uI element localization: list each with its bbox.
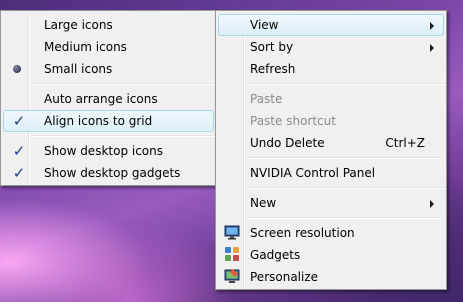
menu-item-label: Large icons xyxy=(44,18,113,32)
view-submenu: Large icons Medium icons Small icons Aut… xyxy=(0,10,217,186)
menu-item-refresh[interactable]: Refresh xyxy=(218,58,444,80)
menu-item-label: Small icons xyxy=(44,62,113,76)
menu-item-show-desktop-icons[interactable]: ✓ Show desktop icons xyxy=(3,140,214,162)
submenu-arrow-icon xyxy=(430,22,434,30)
submenu-arrow-icon xyxy=(430,44,434,52)
menu-item-undo-delete[interactable]: Undo Delete Ctrl+Z xyxy=(218,132,444,154)
menu-item-sort-by[interactable]: Sort by xyxy=(218,36,444,58)
menu-item-label: Paste shortcut xyxy=(250,114,336,128)
menu-separator xyxy=(246,217,444,219)
menu-item-auto-arrange-icons[interactable]: Auto arrange icons xyxy=(3,88,214,110)
checkmark-icon: ✓ xyxy=(12,112,26,130)
gadgets-icon xyxy=(225,247,239,261)
radio-bullet-icon xyxy=(13,65,21,73)
menu-item-align-icons-to-grid[interactable]: ✓ Align icons to grid xyxy=(3,110,214,132)
menu-item-shortcut: Ctrl+Z xyxy=(385,136,425,150)
menu-item-label: Show desktop icons xyxy=(44,144,164,158)
menu-item-paste-shortcut[interactable]: Paste shortcut xyxy=(218,110,444,132)
menu-item-label: Screen resolution xyxy=(250,226,355,240)
menu-separator xyxy=(246,83,444,85)
menu-item-label: Sort by xyxy=(250,40,294,54)
menu-item-label: View xyxy=(250,18,279,32)
menu-item-label: Auto arrange icons xyxy=(44,92,158,106)
menu-item-large-icons[interactable]: Large icons xyxy=(3,14,214,36)
monitor-icon xyxy=(224,225,240,240)
menu-item-label: Paste xyxy=(250,92,283,106)
menu-item-label: Medium icons xyxy=(44,40,127,54)
desktop-context-menu: View Sort by Refresh Paste Paste shortcu… xyxy=(215,10,447,290)
menu-item-nvidia-control-panel[interactable]: NVIDIA Control Panel xyxy=(218,162,444,184)
menu-separator xyxy=(246,157,444,159)
menu-item-label: Refresh xyxy=(250,62,296,76)
menu-item-gadgets[interactable]: Gadgets xyxy=(218,244,444,266)
menu-item-view[interactable]: View xyxy=(218,14,444,36)
menu-item-label: New xyxy=(250,196,277,210)
menu-item-new[interactable]: New xyxy=(218,192,444,214)
menu-item-show-desktop-gadgets[interactable]: ✓ Show desktop gadgets xyxy=(3,162,214,184)
menu-item-medium-icons[interactable]: Medium icons xyxy=(3,36,214,58)
menu-item-screen-resolution[interactable]: Screen resolution xyxy=(218,222,444,244)
menu-item-label: Undo Delete xyxy=(250,136,325,150)
menu-item-small-icons[interactable]: Small icons xyxy=(3,58,214,80)
menu-item-label: Show desktop gadgets xyxy=(44,166,181,180)
checkmark-icon: ✓ xyxy=(12,164,26,182)
menu-separator xyxy=(246,187,444,189)
personalize-icon xyxy=(224,269,240,283)
menu-separator xyxy=(31,83,214,85)
menu-item-label: Gadgets xyxy=(250,248,301,262)
menu-item-label: NVIDIA Control Panel xyxy=(250,166,376,180)
menu-item-personalize[interactable]: Personalize xyxy=(218,266,444,288)
menu-item-label: Align icons to grid xyxy=(44,114,153,128)
submenu-arrow-icon xyxy=(430,200,434,208)
menu-item-paste[interactable]: Paste xyxy=(218,88,444,110)
checkmark-icon: ✓ xyxy=(12,142,26,160)
menu-separator xyxy=(31,135,214,137)
menu-item-label: Personalize xyxy=(250,270,319,284)
